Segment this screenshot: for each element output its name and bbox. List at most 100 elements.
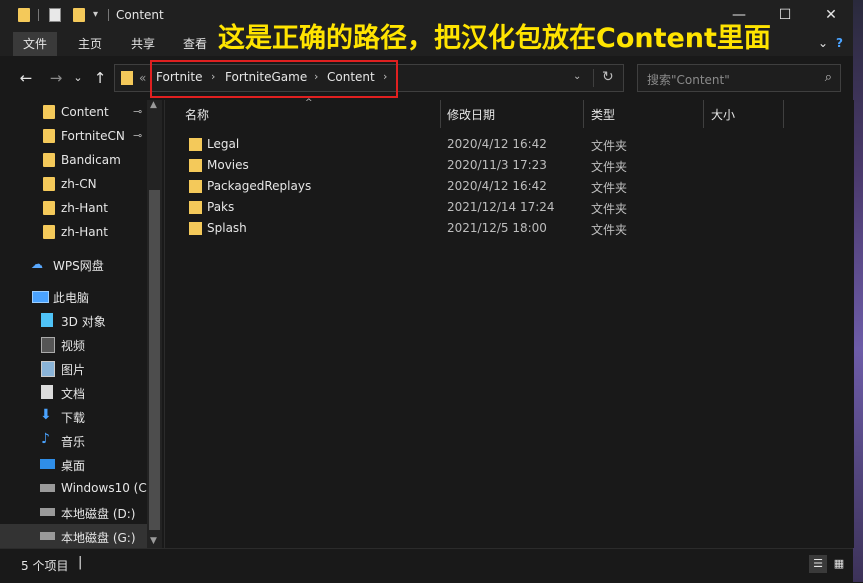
file-type: 文件夹 [591,160,628,174]
scrollbar-thumb[interactable] [149,190,160,530]
cube-icon [41,313,53,327]
table-row[interactable]: Legal 2020/4/12 16:42 文件夹 [185,134,785,155]
sidebar-item-fortnitecn[interactable]: FortniteCN ⊸ [0,124,147,148]
help-icon[interactable]: ? [836,36,843,50]
column-header-date[interactable]: 修改日期 [447,106,495,123]
close-button[interactable]: ✕ [808,0,854,30]
overflow-chevron-icon[interactable]: « [139,71,146,85]
sidebar-item-label: FortniteCN [61,129,125,143]
quick-access-dropdown-icon[interactable]: ▾ [93,9,98,20]
table-row[interactable]: Paks 2021/12/14 17:24 文件夹 [185,197,785,218]
file-name: Splash [207,221,247,235]
file-type: 文件夹 [591,139,628,153]
sidebar-item-zh-hant[interactable]: zh-Hant [0,220,147,244]
file-date: 2021/12/14 17:24 [447,200,555,214]
search-input[interactable]: 搜索"Content" [647,71,730,88]
sidebar-item-documents[interactable]: 文档 [0,380,147,404]
sidebar-item-3d-objects[interactable]: 3D 对象 [0,308,147,332]
sidebar-item-label: 本地磁盘 (D:) [61,507,136,521]
folder-icon [189,138,202,151]
status-bar: 5 个项目 | ☰ ▦ [0,548,853,583]
file-list: ^ 名称 修改日期 类型 大小 Legal 2020/4/12 16:42 文件… [164,98,854,548]
new-folder-icon[interactable] [73,8,85,22]
file-date: 2020/4/12 16:42 [447,137,547,151]
desktop-icon [40,459,55,469]
document-icon [41,385,53,399]
desktop-wallpaper [853,0,863,582]
sidebar-item-bandicam[interactable]: Bandicam [0,148,147,172]
folder-icon[interactable] [18,8,30,22]
column-divider[interactable] [783,100,784,128]
video-icon [41,337,55,353]
sidebar-item-desktop[interactable]: 桌面 [0,452,147,476]
table-row[interactable]: Movies 2020/11/3 17:23 文件夹 [185,155,785,176]
tab-share[interactable]: 共享 [121,32,165,56]
folder-icon [43,153,55,167]
sidebar-item-zh-cn[interactable]: zh-CN [0,172,147,196]
details-view-button[interactable]: ☰ [809,555,827,573]
qa-separator [38,9,39,21]
recent-locations-icon[interactable]: ⌄ [68,68,88,88]
sidebar-item-label: 桌面 [61,459,86,473]
table-row[interactable]: PackagedReplays 2020/4/12 16:42 文件夹 [185,176,785,197]
drive-icon [40,484,55,492]
sidebar-item-label: 视频 [61,339,86,353]
expand-ribbon-icon[interactable]: ⌄ [818,36,828,50]
refresh-icon[interactable]: ↻ [602,69,614,85]
sidebar-item-drive-c[interactable]: Windows10 (C: [0,476,151,500]
sidebar-item-label: 文档 [61,387,86,401]
properties-icon[interactable] [49,8,61,22]
sidebar-item-music[interactable]: ♪ 音乐 [0,428,147,452]
folder-icon [189,222,202,235]
column-header-name[interactable]: 名称 [185,106,209,123]
folder-icon [43,225,55,239]
tab-view[interactable]: 查看 [173,32,217,56]
file-type: 文件夹 [591,181,628,195]
file-name: Movies [207,158,249,172]
file-name: Legal [207,137,240,151]
tab-home[interactable]: 主页 [68,32,112,56]
sidebar-item-drive-g[interactable]: 本地磁盘 (G:) [0,524,147,548]
sidebar-item-this-pc[interactable]: 此电脑 [0,284,147,308]
status-separator: | [78,555,83,570]
table-row[interactable]: Splash 2021/12/5 18:00 文件夹 [185,218,785,239]
folder-icon [189,201,202,214]
forward-button[interactable]: → [46,68,66,88]
sidebar-item-drive-d[interactable]: 本地磁盘 (D:) [0,500,147,524]
sidebar-item-content[interactable]: Content ⊸ [0,100,147,124]
sidebar-item-label: 图片 [61,363,86,377]
sidebar-item-zh-hant[interactable]: zh-Hant [0,196,147,220]
address-folder-icon [121,71,133,85]
column-header-size[interactable]: 大小 [711,106,735,123]
search-icon[interactable]: ⌕ [825,70,832,85]
sidebar-item-label: 本地磁盘 (G:) [61,531,136,545]
tab-file[interactable]: 文件 [13,32,58,56]
address-dropdown-icon[interactable]: ⌄ [573,71,581,82]
column-divider[interactable] [583,100,584,128]
sidebar-item-label: zh-Hant [61,225,108,239]
column-divider[interactable] [440,100,441,128]
scroll-up-icon[interactable]: ▲ [150,100,157,110]
search-box[interactable]: 搜索"Content" ⌕ [637,64,841,92]
file-name: Paks [207,200,235,214]
column-header-type[interactable]: 类型 [591,106,615,123]
sidebar-item-wps[interactable]: ☁ WPS网盘 [0,252,147,276]
title-separator [108,9,109,21]
sidebar-item-pictures[interactable]: 图片 [0,356,147,380]
scroll-down-icon[interactable]: ▼ [150,536,157,546]
pin-icon: ⊸ [133,105,143,118]
navigation-pane: Content ⊸ FortniteCN ⊸ Bandicam zh-CN zh… [0,100,164,548]
large-icons-view-button[interactable]: ▦ [830,555,848,573]
sidebar-item-videos[interactable]: 视频 [0,332,147,356]
column-divider[interactable] [703,100,704,128]
sidebar-item-downloads[interactable]: ⬇ 下载 [0,404,147,428]
computer-icon [32,291,49,303]
sidebar-scrollbar[interactable]: ▲ ▼ [147,100,162,548]
sort-ascending-icon: ^ [305,98,313,108]
picture-icon [41,361,55,377]
path-highlight-box [150,60,398,98]
up-button[interactable]: ↑ [90,68,110,88]
file-type: 文件夹 [591,202,628,216]
sidebar-item-label: 下载 [61,411,86,425]
back-button[interactable]: ← [16,68,36,88]
